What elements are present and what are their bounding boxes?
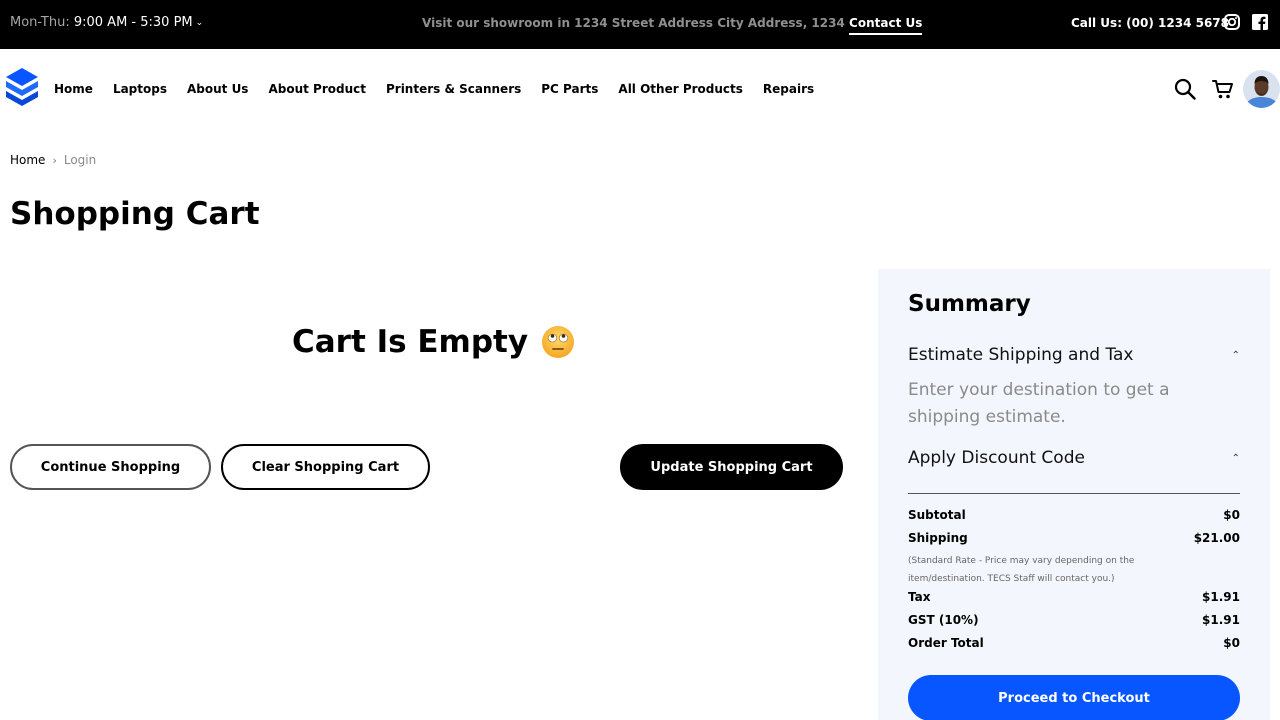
empty-cart-text: Cart Is Empty [292,324,529,360]
order-total-value: $0 [1223,636,1240,650]
brand-logo[interactable] [5,67,39,107]
instagram-icon[interactable] [1224,14,1240,30]
breadcrumb-home-link[interactable]: Home [10,153,45,167]
shipping-value: $21.00 [1193,531,1240,545]
main-navigation: Home Laptops About Us About Product Prin… [0,49,1280,129]
hours-value: 9:00 AM - 5:30 PM [73,15,193,30]
shipping-row: Shipping $21.00 [908,531,1240,545]
chevron-up-icon: ⌃ [1231,452,1240,464]
gst-value: $1.91 [1202,613,1240,627]
nav-item-pc-parts[interactable]: PC Parts [541,82,598,96]
summary-divider [908,493,1240,494]
cart-icon[interactable] [1212,78,1234,100]
facebook-icon[interactable] [1252,14,1268,30]
chevron-down-icon: ⌄ [195,18,204,28]
summary-title: Summary [908,291,1031,317]
breadcrumb-current: Login [63,153,97,167]
breadcrumb: Home › Login [10,153,96,167]
nav-item-home[interactable]: Home [54,82,93,96]
shipping-estimate-hint: Enter your destination to get a shipping… [908,380,1170,427]
tax-label: Tax [908,590,931,604]
top-bar: Mon-Thu: 9:00 AM - 5:30 PM ⌄ Visit our sh… [0,0,1280,49]
nav-links: Home Laptops About Us About Product Prin… [54,82,834,96]
store-hours-dropdown[interactable]: Mon-Thu: 9:00 AM - 5:30 PM ⌄ [10,15,203,30]
order-summary-panel: Summary Estimate Shipping and Tax ⌃ Ente… [878,269,1270,720]
order-total-row: Order Total $0 [908,636,1240,650]
promo-text: Visit our showroom in 1234 Street Addres… [422,16,845,30]
showroom-promo: Visit our showroom in 1234 Street Addres… [422,16,923,35]
estimate-shipping-label: Estimate Shipping and Tax [908,345,1134,365]
tax-row: Tax $1.91 [908,590,1240,604]
gst-label: GST (10%) [908,613,979,627]
contact-us-link[interactable]: Contact Us [849,16,923,35]
nav-item-laptops[interactable]: Laptops [113,82,167,96]
chevron-up-icon: ⌃ [1231,349,1240,361]
phone-number: Call Us: (00) 1234 5678 [1071,16,1229,30]
gst-row: GST (10%) $1.91 [908,613,1240,627]
apply-discount-toggle[interactable]: Apply Discount Code ⌃ [908,448,1240,468]
order-total-label: Order Total [908,636,984,650]
empty-cart-message: Cart Is Empty [292,324,575,360]
shipping-note: (Standard Rate - Price may vary dependin… [908,556,1135,584]
nav-item-about-product[interactable]: About Product [268,82,366,96]
nav-item-printers-scanners[interactable]: Printers & Scanners [386,82,521,96]
breadcrumb-separator: › [52,154,57,167]
nav-item-about-us[interactable]: About Us [187,82,248,96]
shipping-label: Shipping [908,531,968,545]
avatar[interactable] [1243,70,1280,108]
apply-discount-label: Apply Discount Code [908,448,1085,468]
clear-shopping-cart-button[interactable]: Clear Shopping Cart [221,444,430,490]
subtotal-row: Subtotal $0 [908,508,1240,522]
tax-value: $1.91 [1202,590,1240,604]
subtotal-label: Subtotal [908,508,966,522]
continue-shopping-button[interactable]: Continue Shopping [10,444,211,490]
estimate-shipping-toggle[interactable]: Estimate Shipping and Tax ⌃ [908,345,1240,365]
nav-item-all-other-products[interactable]: All Other Products [618,82,743,96]
page-title: Shopping Cart [10,196,260,232]
hours-label: Mon-Thu: [10,15,70,30]
update-shopping-cart-button[interactable]: Update Shopping Cart [620,444,843,490]
search-icon[interactable] [1174,78,1196,100]
nav-item-repairs[interactable]: Repairs [763,82,814,96]
face-with-rolling-eyes-icon [542,326,575,358]
proceed-to-checkout-button[interactable]: Proceed to Checkout [908,675,1240,720]
subtotal-value: $0 [1223,508,1240,522]
